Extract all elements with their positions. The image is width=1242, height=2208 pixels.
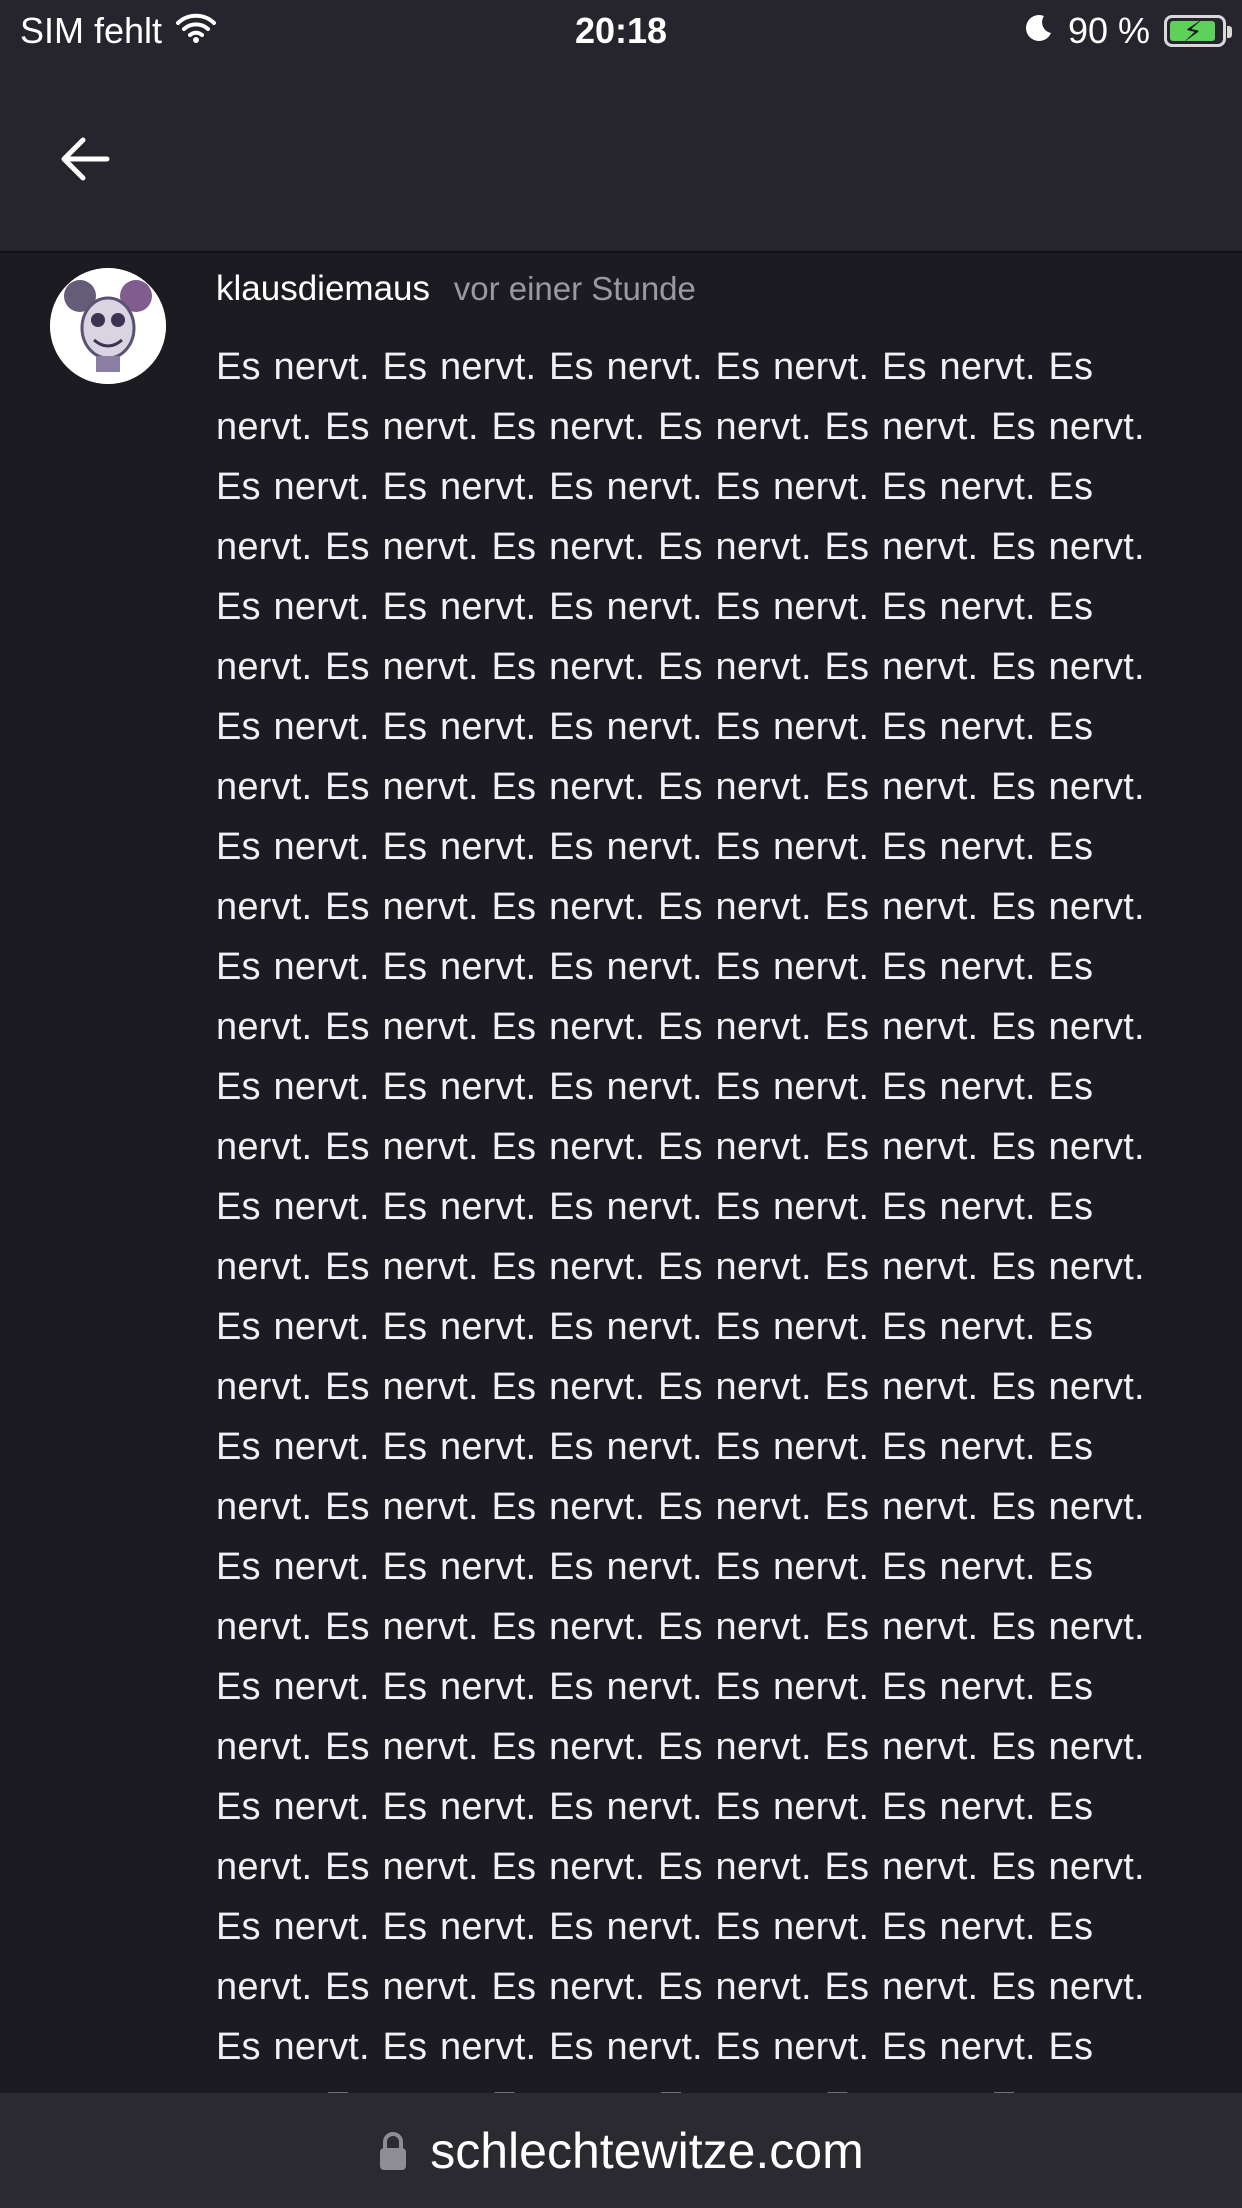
url-bar[interactable]: schlechtewitze.com [0, 2093, 1242, 2208]
arrow-left-icon [61, 137, 110, 181]
battery-percent: 90 % [1067, 10, 1150, 51]
battery-charging-icon: ⚡ [1164, 15, 1232, 47]
avatar[interactable] [50, 268, 166, 384]
username[interactable]: klausdiemaus [216, 269, 430, 308]
comment: klausdiemaus vor einer Stunde Es nervt. … [0, 253, 1242, 2093]
lock-icon [378, 2130, 408, 2172]
status-bar: SIM fehlt 20:18 90 % ⚡ [0, 0, 1242, 64]
comment-meta: klausdiemaus vor einer Stunde [216, 269, 696, 309]
app-header [0, 64, 1242, 251]
timestamp: vor einer Stunde [453, 270, 696, 307]
status-right: 90 % ⚡ [1024, 10, 1232, 52]
url-text: schlechtewitze.com [430, 2122, 864, 2179]
back-button[interactable] [50, 124, 120, 194]
comment-text: Es nervt. Es nervt. Es nervt. Es nervt. … [216, 346, 1145, 2093]
moon-icon [1024, 10, 1054, 52]
